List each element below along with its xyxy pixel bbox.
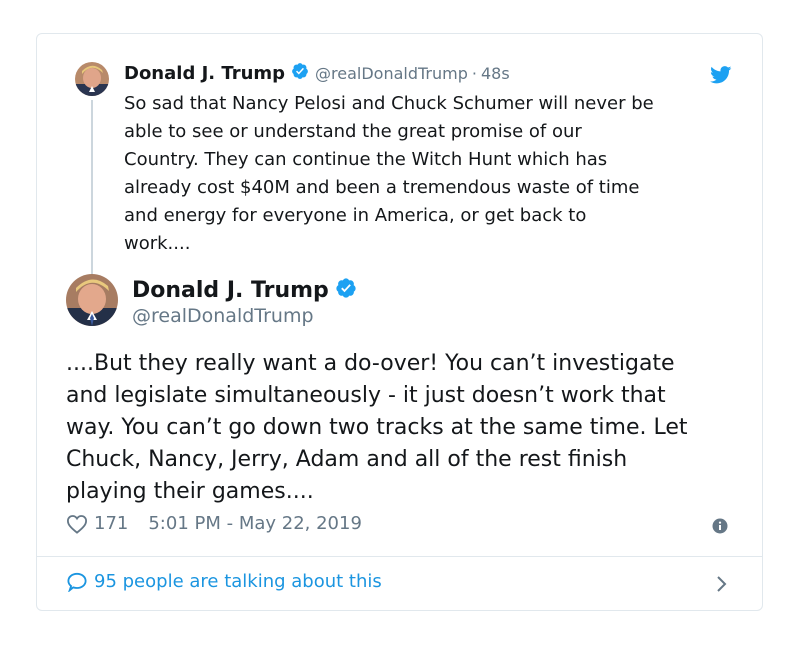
info-icon[interactable] <box>712 518 728 534</box>
conversation-link[interactable]: 95 people are talking about this <box>66 571 382 593</box>
talking-label[interactable]: 95 people are talking about this <box>94 571 382 592</box>
parent-tweet-text: So sad that Nancy Pelosi and Chuck Schum… <box>124 93 654 254</box>
thread-line <box>91 100 93 280</box>
main-author-name[interactable]: Donald J. Trump <box>132 278 329 303</box>
main-author-handle[interactable]: @realDonaldTrump <box>132 305 357 327</box>
verified-badge-icon <box>335 277 357 303</box>
separator-dot: · <box>471 63 477 83</box>
chevron-right-icon[interactable] <box>716 575 728 593</box>
tweet-card: Donald J. Trump @realDonaldTrump · 48s S… <box>36 33 763 611</box>
footer-divider <box>37 556 762 557</box>
twitter-bird-icon[interactable] <box>710 66 732 84</box>
main-avatar[interactable] <box>66 274 118 326</box>
heart-icon[interactable] <box>66 514 88 534</box>
tweet-timestamp[interactable]: 5:01 PM - May 22, 2019 <box>148 513 362 534</box>
parent-avatar[interactable] <box>75 62 109 96</box>
main-name-row: Donald J. Trump <box>132 277 357 303</box>
main-header: Donald J. Trump @realDonaldTrump <box>132 277 357 327</box>
speech-bubble-icon <box>66 572 88 593</box>
parent-author-handle[interactable]: @realDonaldTrump <box>315 64 468 83</box>
like-count[interactable]: 171 <box>94 513 128 534</box>
verified-badge-icon <box>291 62 309 84</box>
parent-author-name[interactable]: Donald J. Trump <box>124 63 285 84</box>
parent-header: Donald J. Trump @realDonaldTrump · 48s <box>124 62 510 84</box>
main-tweet-text: ....But they really want a do-over! You … <box>66 351 688 504</box>
tweet-meta-row: 171 5:01 PM - May 22, 2019 <box>66 513 362 534</box>
parent-timestamp[interactable]: 48s <box>481 64 510 83</box>
